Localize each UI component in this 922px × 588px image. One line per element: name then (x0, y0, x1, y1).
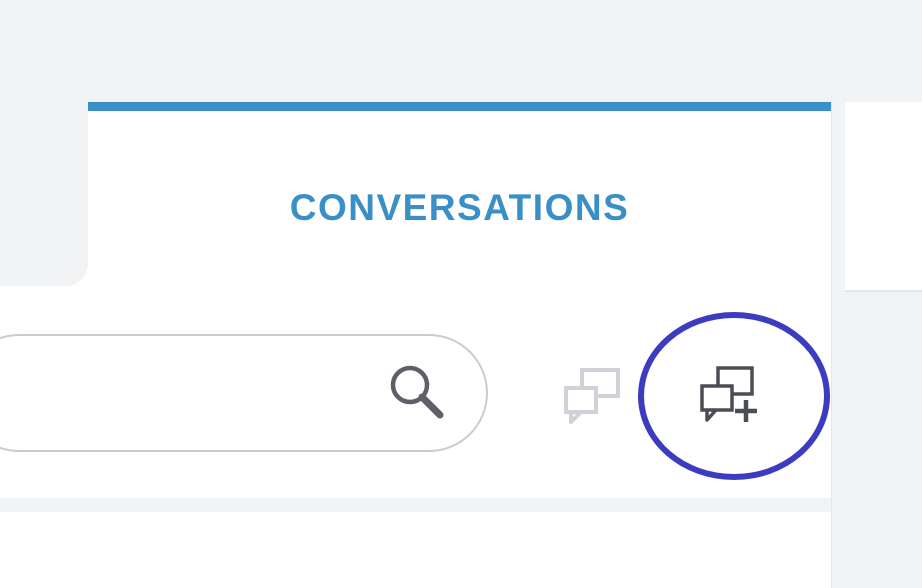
tab-inactive[interactable] (0, 102, 88, 286)
search-icon[interactable] (385, 360, 449, 424)
divider (0, 498, 831, 512)
tab-conversations-label: CONVERSATIONS (289, 187, 630, 228)
conversation-list (0, 512, 831, 588)
tab-conversations[interactable]: CONVERSATIONS (88, 102, 831, 292)
conversations-icon[interactable] (560, 362, 626, 428)
side-panel-header (845, 102, 922, 292)
new-conversation-icon[interactable] (696, 362, 766, 428)
top-bar (0, 0, 922, 102)
